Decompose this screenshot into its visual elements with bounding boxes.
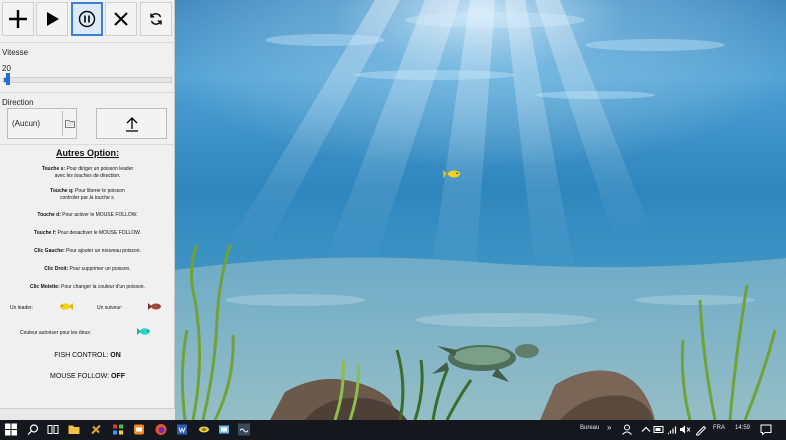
app-icon-4[interactable]: [198, 423, 210, 436]
option-text-em: la touche s.: [89, 195, 116, 201]
seabed: [175, 257, 786, 420]
option-text: Pour ajouter un nouveau poisson.: [64, 248, 141, 254]
panel-scroll-area: [0, 408, 175, 420]
option-text-2: controler par: [59, 195, 90, 201]
upload-arrow-icon: [125, 116, 138, 132]
plus-icon: [9, 10, 27, 28]
control-panel: Vitesse 20 Direction (Aucun) Autres Opti…: [0, 0, 175, 420]
option-key: Clic Gauche:: [34, 248, 65, 254]
app-icon-2[interactable]: [112, 423, 124, 436]
options-title: Autres Option:: [56, 148, 119, 158]
divider: [0, 42, 175, 43]
pen-icon[interactable]: [695, 423, 707, 436]
shared-color-fish-icon: [137, 328, 150, 335]
file-explorer-icon[interactable]: [68, 423, 80, 436]
option-text-2: avec: [54, 173, 67, 179]
option-text-em: les touches de direction.: [66, 173, 121, 179]
windows-start-icon[interactable]: [5, 423, 17, 436]
mouse-follow-label: MOUSE FOLLOW:: [50, 373, 111, 380]
divider: [0, 92, 175, 93]
clock-time[interactable]: 14:59: [735, 425, 750, 431]
option-key: Touche f:: [34, 230, 57, 236]
close-button[interactable]: [105, 2, 137, 36]
pause-button[interactable]: [71, 2, 103, 36]
aquarium-canvas[interactable]: [175, 0, 786, 420]
refresh-icon: [150, 13, 162, 25]
volume-icon[interactable]: [679, 423, 691, 436]
leader-label: Un leader:: [10, 305, 34, 311]
option-key: Touche s:: [41, 166, 66, 172]
option-key: Clic Droit:: [44, 266, 69, 272]
fish-control-value: ON: [110, 352, 121, 359]
fish-control-label: FISH CONTROL:: [54, 352, 111, 359]
option-item: Clic Droit: Pour supprimer un poisson.: [4, 266, 171, 273]
app-icon-5[interactable]: [218, 423, 230, 436]
task-view-icon[interactable]: [47, 423, 59, 436]
play-icon: [47, 12, 59, 26]
option-item: Touche q: Pour liberer le poisson contro…: [4, 188, 171, 202]
combo-divider: [62, 111, 63, 136]
wifi-icon[interactable]: [666, 423, 678, 436]
notification-icon[interactable]: [760, 423, 772, 436]
fish-aquarium-app: Vitesse 20 Direction (Aucun) Autres Opti…: [0, 0, 786, 420]
mouse-follow-value: OFF: [110, 373, 125, 380]
fish-control-status: FISH CONTROL: ON: [0, 352, 175, 359]
direction-combo-value: (Aucun): [12, 119, 41, 128]
option-key: Touche q:: [50, 188, 74, 194]
mouse-follow-status: MOUSE FOLLOW: OFF: [0, 373, 175, 380]
direction-combo[interactable]: (Aucun): [7, 108, 77, 139]
speed-label: Vitesse: [2, 48, 29, 57]
play-button[interactable]: [36, 2, 68, 36]
follower-label: Un suiveur:: [97, 305, 123, 311]
app-icon-1[interactable]: [90, 423, 102, 436]
option-text: Pour activer le MOUSE FOLLOW.: [60, 212, 138, 218]
app-icon-3[interactable]: [133, 423, 145, 436]
desktop-toolbar-label[interactable]: Bureau: [580, 425, 599, 431]
search-icon[interactable]: [27, 423, 39, 436]
option-item: Touche d: Pour activer le MOUSE FOLLOW.: [4, 212, 171, 219]
option-text: Pour desactiver le MOUSE FOLLOW.: [56, 230, 141, 236]
shared-color-label: Couleur autoriser pour les deux:: [20, 330, 92, 336]
divider: [0, 144, 175, 145]
windows-taskbar: Bureau » FRA 14:59: [0, 420, 786, 440]
option-item: Touche f: Pour desactiver le MOUSE FOLLO…: [4, 230, 171, 237]
option-text: Pour liberer le poisson: [73, 188, 125, 194]
option-item: Clic Molette: Pour changer la couleur d'…: [4, 284, 171, 291]
underwater-background: [175, 0, 786, 420]
option-item: Clic Gauche: Pour ajouter un nouveau poi…: [4, 248, 171, 255]
speed-slider-thumb[interactable]: [6, 73, 11, 85]
toolbar-chevron[interactable]: »: [607, 423, 611, 432]
pause-icon: [78, 10, 96, 28]
leader-fish-icon: [60, 303, 73, 310]
option-text: Pour changer la couleur d'un poisson.: [59, 284, 145, 290]
option-item: Touche s: Pour diriger un poisson leader…: [4, 166, 171, 180]
folder-icon: [65, 120, 75, 128]
add-button[interactable]: [2, 2, 34, 36]
direction-label: Direction: [2, 98, 34, 107]
app-icon-6[interactable]: [238, 423, 250, 436]
direction-upload-button[interactable]: [96, 108, 167, 139]
chevron-up-icon[interactable]: [640, 423, 652, 436]
option-text: Pour supprimer un poisson.: [68, 266, 131, 272]
people-icon[interactable]: [621, 423, 633, 436]
word-icon[interactable]: [176, 423, 188, 436]
refresh-button[interactable]: [140, 2, 172, 36]
follower-fish-icon: [148, 303, 161, 310]
option-text: Pour diriger un poisson leader: [65, 166, 134, 172]
firefox-icon[interactable]: [155, 423, 167, 436]
speed-value: 20: [2, 64, 11, 73]
language-indicator[interactable]: FRA: [713, 425, 725, 431]
speed-slider-track[interactable]: [3, 77, 172, 83]
toolbar: [0, 2, 175, 38]
option-key: Touche d:: [37, 212, 61, 218]
battery-icon[interactable]: [653, 423, 665, 436]
close-icon: [114, 12, 128, 26]
option-key: Clic Molette:: [30, 284, 60, 290]
